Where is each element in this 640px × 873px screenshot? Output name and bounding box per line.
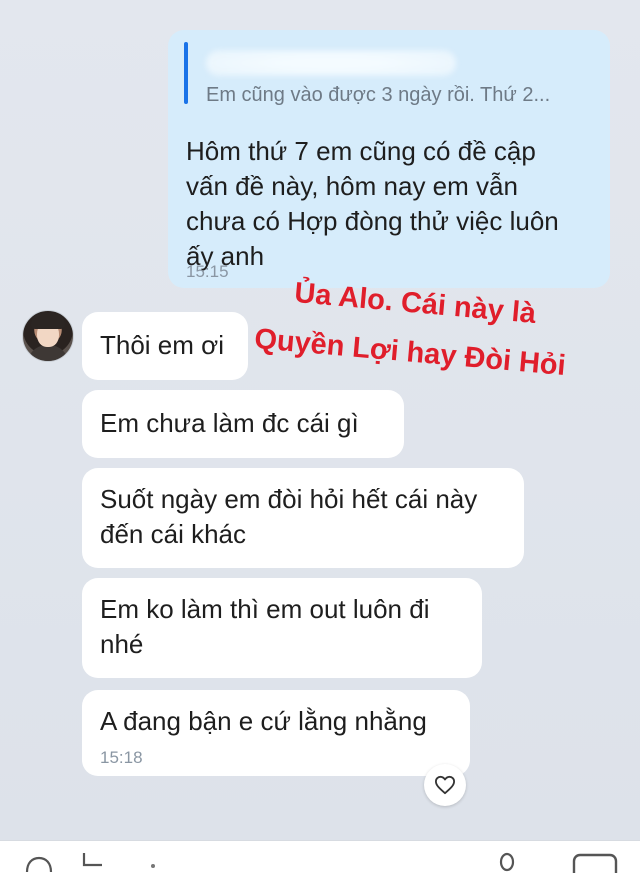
quote-bar [184,42,188,104]
message-text: Hôm thứ 7 em cũng có đề cập vấn đề này, … [186,136,559,271]
quote-sender-redacted [206,50,456,76]
incoming-message[interactable]: Thôi em ơi [82,312,248,380]
incoming-message[interactable]: Em ko làm thì em out luôn đi nhé [82,578,482,678]
annotation-line-2: Quyền Lợi hay Đòi Hỏi [253,322,567,383]
avatar[interactable] [22,310,74,362]
message-text: Em ko làm thì em out luôn đi nhé [100,594,430,659]
message-text: A đang bận e cứ lằng nhằng [100,706,427,736]
message-time: 15:18 [100,748,143,767]
message-text: Suốt ngày em đòi hỏi hết cái này đến cái… [100,484,478,549]
incoming-message[interactable]: Em chưa làm đc cái gì [82,390,404,458]
chat-area[interactable]: Em cũng vào được 3 ngày rồi. Thứ 2... Hô… [0,0,640,840]
message-time: 15:15 [186,262,229,281]
image-icon[interactable] [572,853,618,873]
incoming-message[interactable]: Suốt ngày em đòi hỏi hết cái này đến cái… [82,468,524,568]
emoji-icon[interactable] [24,855,54,873]
reply-quote[interactable]: Em cũng vào được 3 ngày rồi. Thứ 2... [184,42,594,132]
heart-icon [434,775,455,795]
reaction-button[interactable] [424,764,466,806]
attachment-icon[interactable] [78,851,108,873]
dot-icon [151,864,155,868]
avatar-hair [31,313,65,329]
message-text: Em chưa làm đc cái gì [100,408,359,438]
quote-text: Em cũng vào được 3 ngày rồi. Thứ 2... [206,84,551,106]
incoming-message[interactable]: A đang bận e cứ lằng nhằng 15:18 [82,690,470,776]
outgoing-message[interactable]: Em cũng vào được 3 ngày rồi. Thứ 2... Hô… [168,30,610,288]
avatar-body [27,345,69,361]
message-text: Thôi em ơi [100,330,224,360]
mic-icon[interactable] [494,851,520,873]
input-toolbar [0,840,640,873]
